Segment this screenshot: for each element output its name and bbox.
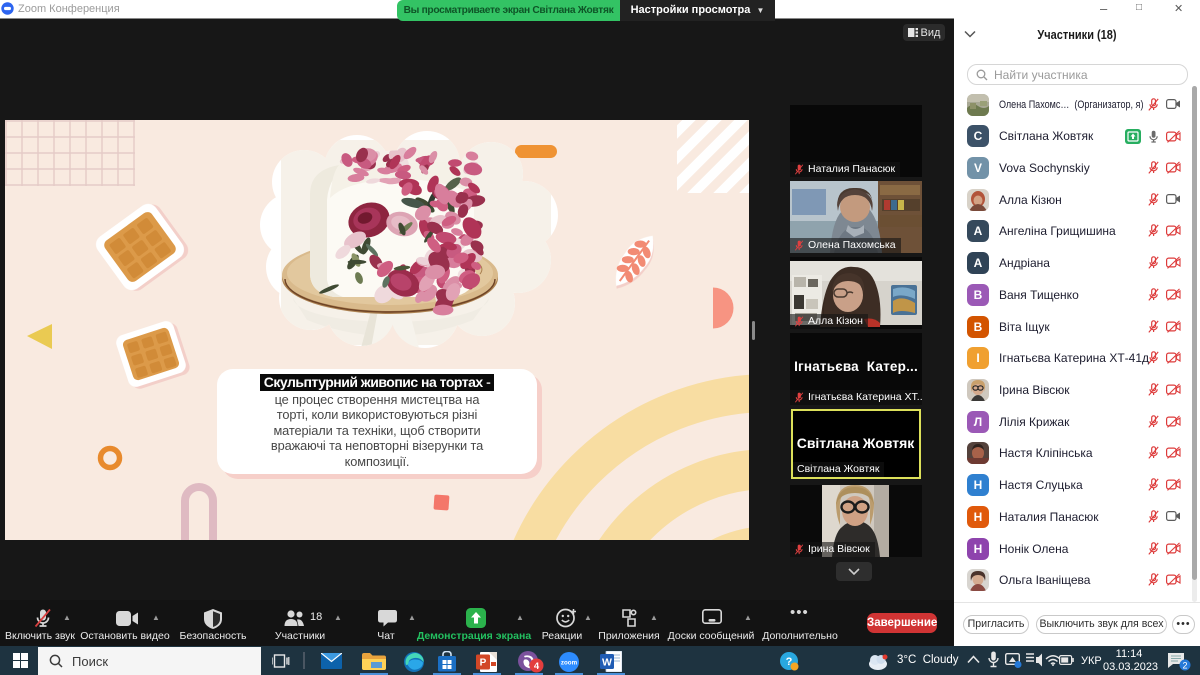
svg-text:W: W: [602, 657, 612, 669]
svg-text:2: 2: [1182, 660, 1187, 670]
svg-text:P: P: [480, 658, 487, 669]
svg-text:4: 4: [534, 661, 540, 672]
svg-text:zoom: zoom: [561, 660, 578, 667]
